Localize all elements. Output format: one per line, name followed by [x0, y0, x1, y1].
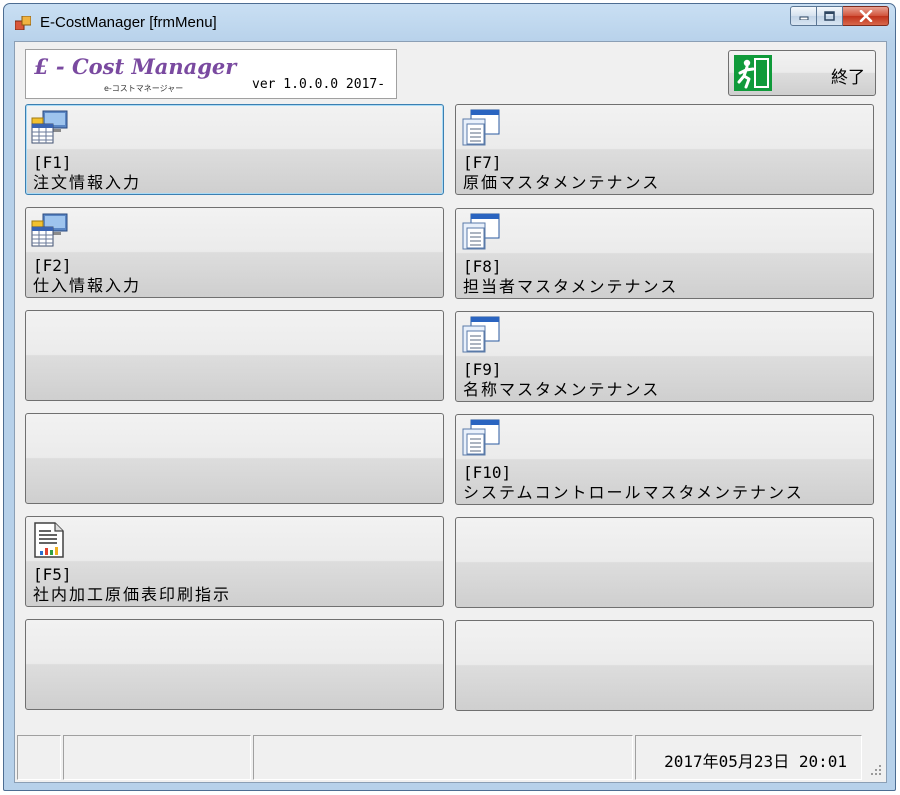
empty-menu-button[interactable]: [455, 517, 874, 608]
computer-table-icon: [31, 213, 68, 247]
function-key-label: [F9]: [463, 360, 502, 379]
empty-menu-button[interactable]: [455, 620, 874, 711]
menu-label: 注文情報入力: [33, 173, 142, 192]
app-logo: £ - Cost Manager e-コストマネージャー ver 1.0.0.0…: [25, 49, 397, 99]
computer-table-icon: [31, 110, 68, 144]
status-panel: [17, 735, 61, 780]
menu-label: 仕入情報入力: [33, 276, 142, 295]
datetime-label: 2017年05月23日 20:01: [664, 752, 847, 771]
close-icon: [859, 10, 872, 22]
order-input-button[interactable]: [F1] 注文情報入力: [25, 104, 444, 195]
maximize-button[interactable]: [817, 6, 843, 26]
staff-master-button[interactable]: [F8] 担当者マスタメンテナンス: [455, 208, 874, 299]
emergency-exit-icon: [734, 55, 772, 91]
status-panel: [63, 735, 251, 780]
minimize-icon: [799, 16, 808, 20]
windows-icon: [462, 419, 500, 456]
menu-label: 原価マスタメンテナンス: [463, 173, 661, 192]
exit-label: 終了: [831, 68, 865, 88]
version-label: ver 1.0.0.0 2017-: [252, 77, 386, 92]
menu-label: 担当者マスタメンテナンス: [463, 277, 679, 296]
close-button[interactable]: [843, 6, 889, 26]
main-window: E-CostManager [frmMenu] £ - Cost Manager…: [3, 3, 896, 791]
menu-label: 社内加工原価表印刷指示: [33, 585, 232, 604]
empty-menu-button[interactable]: [25, 619, 444, 710]
app-icon: [15, 16, 31, 30]
resize-grip-icon[interactable]: [870, 764, 882, 776]
datetime-panel: 2017年05月23日 20:01: [635, 735, 862, 780]
report-icon: [34, 522, 64, 558]
cost-report-print-button[interactable]: [F5] 社内加工原価表印刷指示: [25, 516, 444, 607]
function-key-label: [F8]: [463, 257, 502, 276]
empty-menu-button[interactable]: [25, 310, 444, 401]
function-key-label: [F7]: [463, 153, 502, 172]
status-bar: 2017年05月23日 20:01: [17, 735, 884, 780]
status-panel: [253, 735, 633, 780]
cost-master-button[interactable]: [F7] 原価マスタメンテナンス: [455, 104, 874, 195]
maximize-icon: [824, 11, 835, 21]
function-key-label: [F5]: [33, 565, 72, 584]
empty-menu-button[interactable]: [25, 413, 444, 504]
exit-button[interactable]: 終了: [728, 50, 876, 96]
menu-label: 名称マスタメンテナンス: [463, 380, 661, 399]
function-key-label: [F2]: [33, 256, 72, 275]
function-key-label: [F10]: [463, 463, 512, 482]
name-master-button[interactable]: [F9] 名称マスタメンテナンス: [455, 311, 874, 402]
windows-icon: [462, 213, 500, 250]
windows-icon: [462, 109, 500, 146]
menu-client-area: £ - Cost Manager e-コストマネージャー ver 1.0.0.0…: [14, 41, 887, 783]
menu-label: システムコントロールマスタメンテナンス: [463, 483, 804, 502]
system-control-master-button[interactable]: [F10] システムコントロールマスタメンテナンス: [455, 414, 874, 505]
window-title: E-CostManager [frmMenu]: [40, 14, 217, 31]
windows-icon: [462, 316, 500, 353]
function-key-label: [F1]: [33, 153, 72, 172]
logo-text: £ - Cost Manager: [34, 54, 237, 79]
title-bar[interactable]: E-CostManager [frmMenu]: [4, 4, 895, 40]
logo-subtitle: e-コストマネージャー: [104, 84, 184, 93]
purchase-input-button[interactable]: [F2] 仕入情報入力: [25, 207, 444, 298]
minimize-button[interactable]: [790, 6, 817, 26]
